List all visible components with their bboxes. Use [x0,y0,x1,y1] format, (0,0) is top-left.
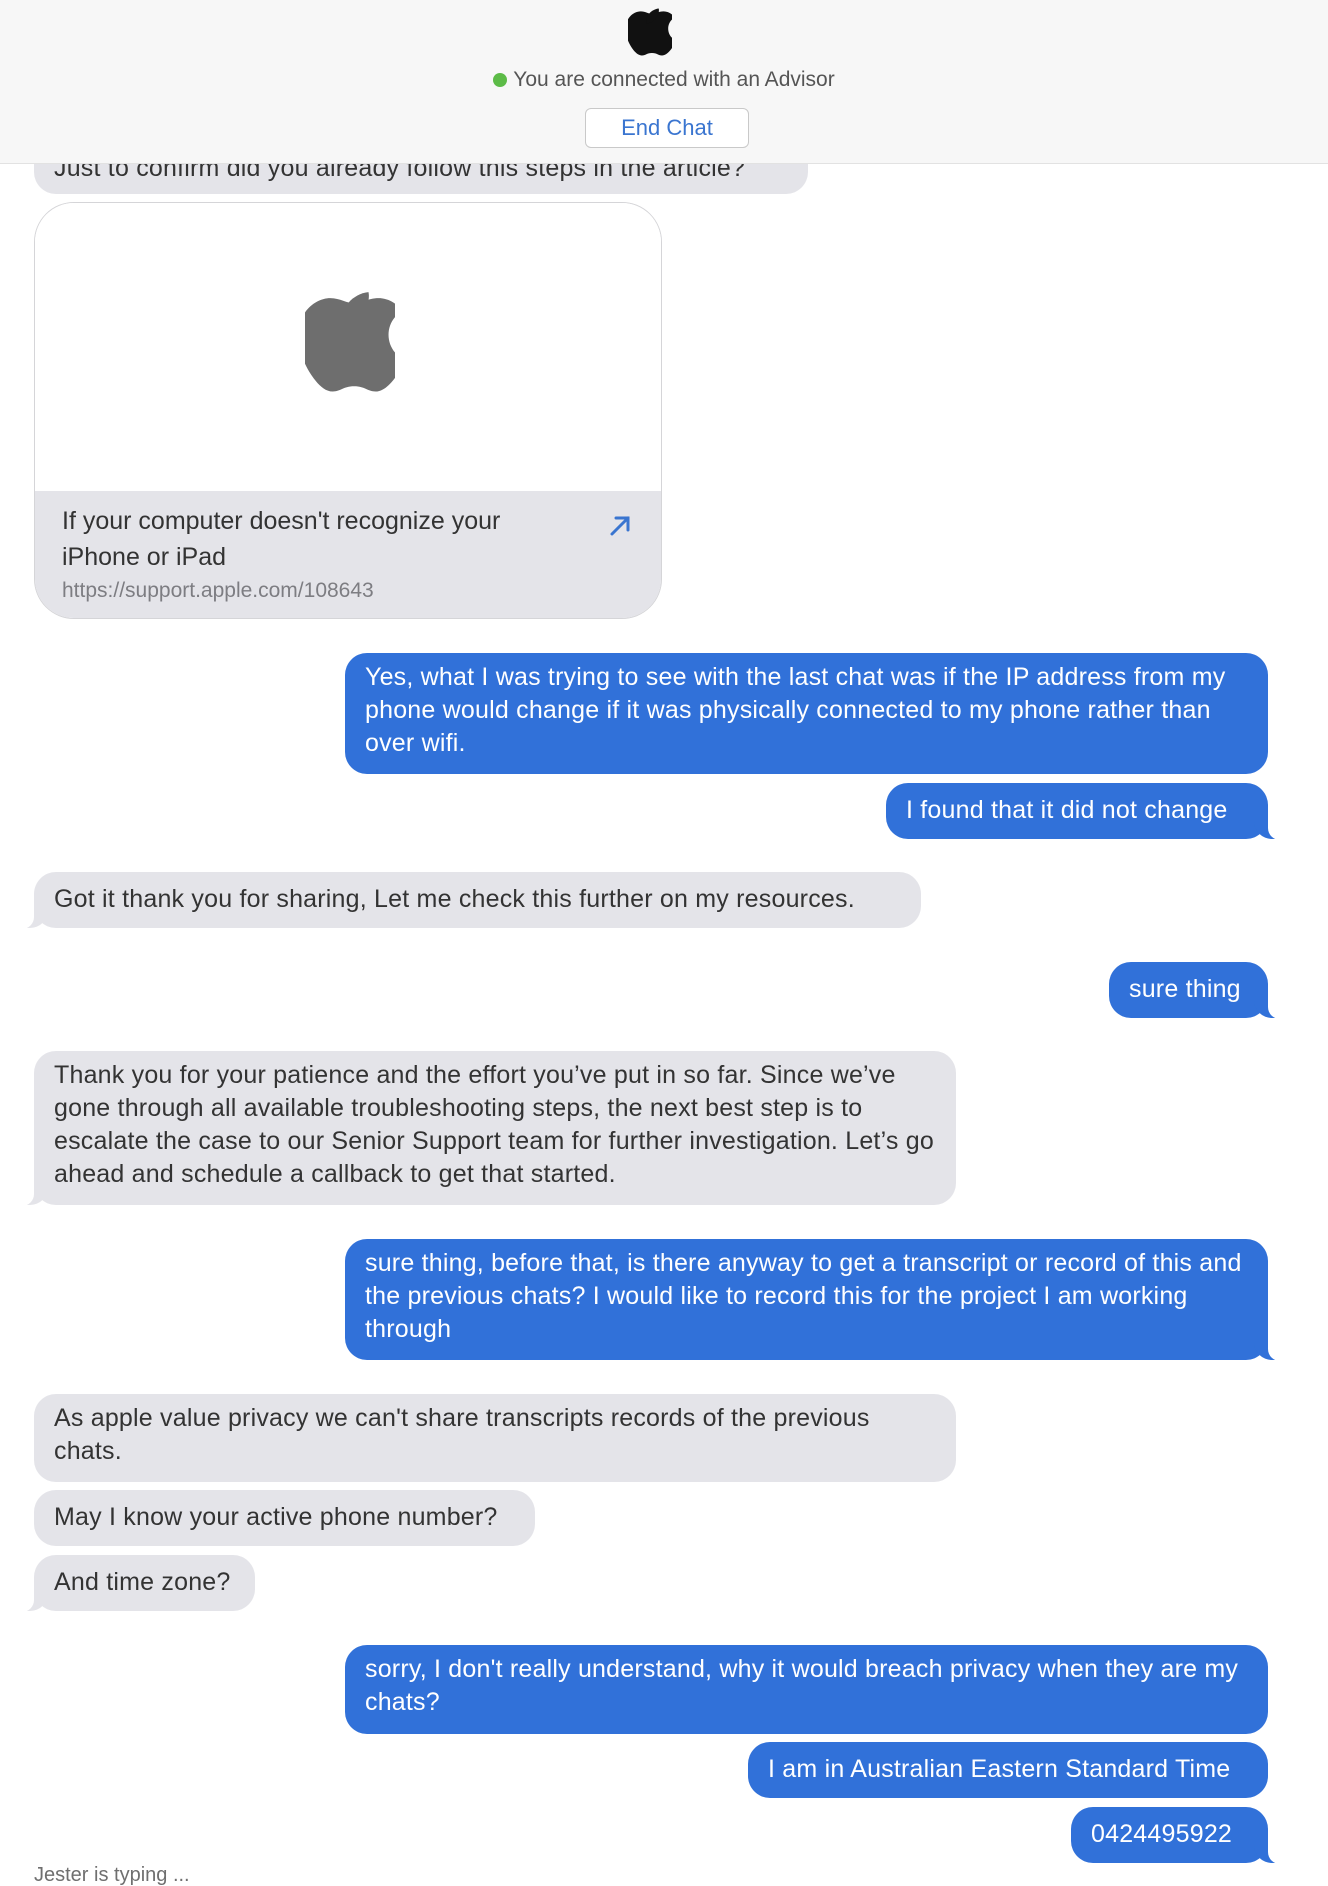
message-user: I found that it did not change [886,783,1286,840]
message-text: sure thing, before that, is there anyway… [365,1249,1242,1343]
message-text: And time zone? [54,1568,231,1596]
article-link-card[interactable]: If your computer doesn't recognize your … [34,202,662,619]
link-title: If your computer doesn't recognize your … [62,507,501,571]
link-info: If your computer doesn't recognize your … [35,491,661,618]
message-text: 0424495922 [1091,1820,1233,1848]
message-text: Thank you for your patience and the effo… [54,1061,934,1188]
message-advisor: Got it thank you for sharing, Let me che… [16,872,921,929]
typing-indicator: Jester is typing ... [34,1864,190,1886]
message-advisor: And time zone? [16,1555,255,1612]
link-preview-image [35,203,661,491]
message-user: sure thing [1109,962,1286,1019]
end-chat-button[interactable]: End Chat [585,108,749,148]
apple-logo-icon [305,292,395,392]
message-text: Yes, what I was trying to see with the l… [365,663,1226,757]
external-link-arrow-icon[interactable] [606,512,634,540]
link-url[interactable]: https://support.apple.com/108643 [62,579,374,603]
message-advisor: Thank you for your patience and the effo… [16,1051,956,1206]
chat-transcript: Just to confirm did you already follow t… [0,0,1328,1886]
message-user: Yes, what I was trying to see with the l… [345,653,1268,774]
message-advisor: As apple value privacy we can't share tr… [34,1394,956,1482]
message-text: As apple value privacy we can't share tr… [54,1404,870,1465]
message-user: I am in Australian Eastern Standard Time [748,1742,1268,1798]
message-text: May I know your active phone number? [54,1503,498,1531]
message-text: I am in Australian Eastern Standard Time [768,1755,1231,1783]
message-text: Got it thank you for sharing, Let me che… [54,885,855,913]
message-text: sorry, I don't really understand, why it… [365,1655,1239,1716]
chat-header: You are connected with an Advisor End Ch… [0,0,1328,164]
apple-logo-icon [628,8,672,56]
message-user: 0424495922 [1071,1807,1286,1864]
status-text: You are connected with an Advisor [513,68,835,91]
message-advisor: May I know your active phone number? [34,1490,535,1546]
status-dot [493,73,508,87]
message-text: I found that it did not change [906,796,1228,824]
message-user: sure thing, before that, is there anyway… [345,1239,1286,1361]
message-user: sorry, I don't really understand, why it… [345,1645,1268,1734]
message-text: sure thing [1129,975,1241,1003]
connection-status: You are connected with an Advisor [0,68,1328,92]
